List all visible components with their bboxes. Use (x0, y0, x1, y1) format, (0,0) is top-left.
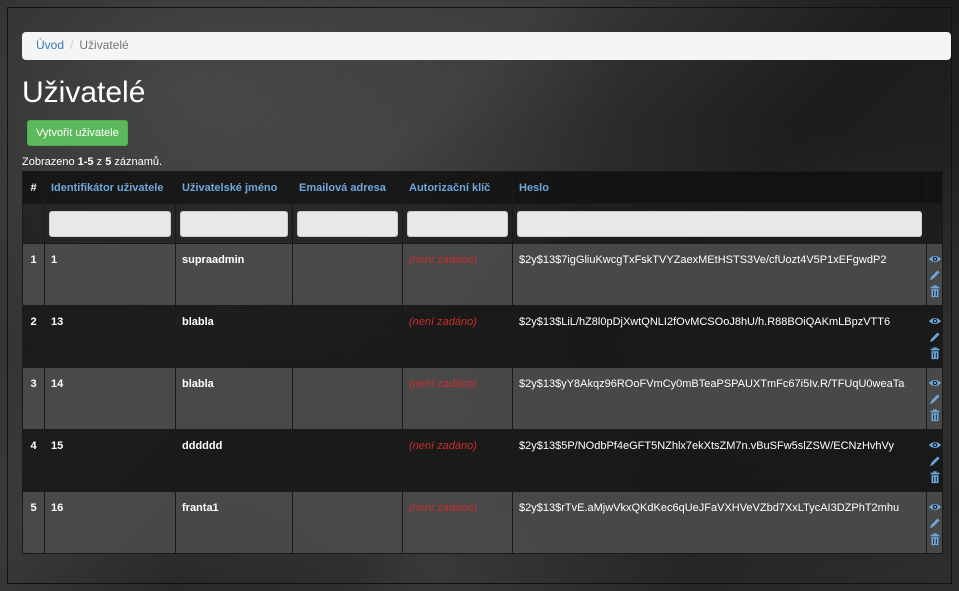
row-auth-key: (není zadáno) (402, 243, 513, 306)
trash-icon[interactable] (928, 532, 942, 546)
breadcrumb-current: Uživatelé (79, 38, 129, 52)
row-auth-key: (není zadáno) (402, 367, 513, 430)
table-row: 3 14 blabla (není zadáno) $2y$13$yY8Akqz… (22, 367, 943, 430)
row-number: 5 (22, 491, 45, 554)
row-password: $2y$13$LiL/hZ8l0pDjXwtQNLI2fOvMCSOoJ8hU/… (512, 305, 927, 368)
filter-cell-password (512, 203, 927, 244)
breadcrumb: Úvod / Uživatelé (22, 32, 951, 60)
row-username: blabla (175, 305, 293, 368)
pencil-icon[interactable] (928, 330, 942, 344)
eye-icon[interactable] (928, 314, 942, 328)
row-user-id: 16 (44, 491, 176, 554)
filter-username-input[interactable] (180, 210, 288, 237)
page-title: Uživatelé (22, 76, 146, 109)
row-email (292, 305, 403, 368)
pencil-icon[interactable] (928, 454, 942, 468)
filter-user-id-input[interactable] (49, 210, 171, 237)
row-username: blabla (175, 367, 293, 430)
filter-auth-key-input[interactable] (407, 210, 508, 237)
column-header-actions (926, 171, 943, 204)
row-password: $2y$13$yY8Akqz96ROoFVmCy0mBTeaPSPAUXTmFc… (512, 367, 927, 430)
row-email (292, 367, 403, 430)
column-header-user-id[interactable]: Identifikátor uživatele (44, 171, 176, 204)
filter-row (22, 203, 943, 244)
row-username: supraadmin (175, 243, 293, 306)
summary-prefix: Zobrazeno (22, 156, 78, 168)
eye-icon[interactable] (928, 252, 942, 266)
row-actions (926, 491, 943, 554)
column-header-email[interactable]: Emailová adresa (292, 171, 403, 204)
summary-suffix: záznamů. (111, 156, 163, 168)
row-actions (926, 305, 943, 368)
row-auth-key: (není zadáno) (402, 429, 513, 492)
eye-icon[interactable] (928, 500, 942, 514)
trash-icon[interactable] (928, 470, 942, 484)
pencil-icon[interactable] (928, 268, 942, 282)
eye-icon[interactable] (928, 438, 942, 452)
row-number: 1 (22, 243, 45, 306)
table-header-row: # Identifikátor uživatele Uživatelské jm… (22, 171, 943, 204)
row-number: 4 (22, 429, 45, 492)
pencil-icon[interactable] (928, 392, 942, 406)
row-user-id: 14 (44, 367, 176, 430)
filter-cell-email (292, 203, 403, 244)
row-password: $2y$13$7igGliuKwcgTxFskTVYZaexMEtHSTS3Ve… (512, 243, 927, 306)
summary-range: 1-5 (77, 156, 94, 168)
table-body: 1 1 supraadmin (není zadáno) $2y$13$7igG… (22, 243, 943, 554)
table-row: 1 1 supraadmin (není zadáno) $2y$13$7igG… (22, 243, 943, 306)
row-actions (926, 367, 943, 430)
row-actions (926, 243, 943, 306)
filter-password-input[interactable] (517, 210, 922, 237)
row-user-id: 1 (44, 243, 176, 306)
filter-cell-username (175, 203, 293, 244)
row-auth-key: (není zadáno) (402, 305, 513, 368)
eye-icon[interactable] (928, 376, 942, 390)
row-number: 3 (22, 367, 45, 430)
row-number: 2 (22, 305, 45, 368)
create-user-button[interactable]: Vytvořit uživatele (27, 120, 128, 146)
filter-cell-user-id (44, 203, 176, 244)
row-password: $2y$13$rTvE.aMjwVkxQKdKec6qUeJFaVXHVeVZb… (512, 491, 927, 554)
trash-icon[interactable] (928, 284, 942, 298)
trash-icon[interactable] (928, 346, 942, 360)
row-email (292, 429, 403, 492)
table-row: 2 13 blabla (není zadáno) $2y$13$LiL/hZ8… (22, 305, 943, 368)
pencil-icon[interactable] (928, 516, 942, 530)
row-user-id: 15 (44, 429, 176, 492)
row-username: dddddd (175, 429, 293, 492)
column-header-auth-key[interactable]: Autorizační klíč (402, 171, 513, 204)
users-table: # Identifikátor uživatele Uživatelské jm… (22, 171, 943, 554)
filter-email-input[interactable] (297, 210, 398, 237)
filter-cell-actions (926, 203, 943, 244)
row-username: franta1 (175, 491, 293, 554)
row-email (292, 243, 403, 306)
column-header-username[interactable]: Uživatelské jméno (175, 171, 293, 204)
table-row: 5 16 franta1 (není zadáno) $2y$13$rTvE.a… (22, 491, 943, 554)
row-user-id: 13 (44, 305, 176, 368)
row-email (292, 491, 403, 554)
row-password: $2y$13$5P/NOdbPf4eGFT5NZhlx7ekXtsZM7n.vB… (512, 429, 927, 492)
trash-icon[interactable] (928, 408, 942, 422)
summary-middle: z (93, 156, 106, 168)
row-auth-key: (není zadáno) (402, 491, 513, 554)
row-actions (926, 429, 943, 492)
filter-cell-number (22, 203, 45, 244)
column-header-password[interactable]: Heslo (512, 171, 927, 204)
filter-cell-auth-key (402, 203, 513, 244)
table-row: 4 15 dddddd (není zadáno) $2y$13$5P/NOdb… (22, 429, 943, 492)
results-summary: Zobrazeno 1-5 z 5 záznamů. (22, 156, 162, 168)
breadcrumb-separator: / (70, 38, 74, 52)
column-header-number: # (22, 171, 45, 204)
breadcrumb-home-link[interactable]: Úvod (36, 38, 64, 52)
